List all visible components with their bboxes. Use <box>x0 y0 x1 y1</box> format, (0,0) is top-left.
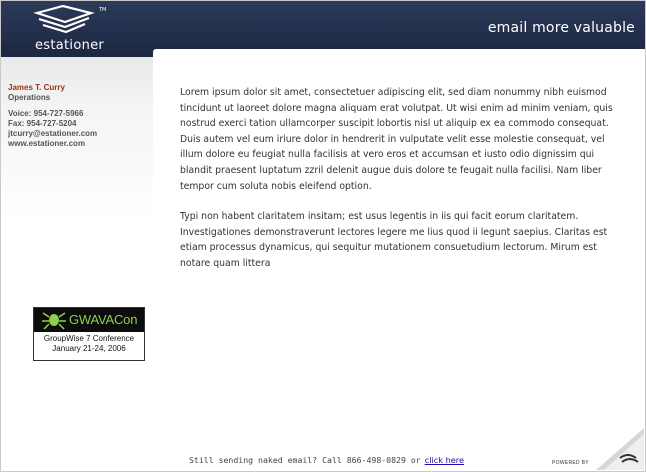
header-tagline: email more valuable <box>487 20 635 36</box>
contact-website[interactable]: www.estationer.com <box>8 139 150 149</box>
contact-email[interactable]: jtcurry@estationer.com <box>8 129 150 139</box>
gwava-bug-icon <box>42 312 66 330</box>
page-curl-icon <box>596 428 644 470</box>
contact-name: James T. Curry <box>8 83 65 92</box>
footer-text: Still sending naked email? Call 866-498-… <box>189 455 421 465</box>
conference-badge[interactable]: GWAVACon GroupWise 7 Conference January … <box>33 307 145 361</box>
brand-name: estationer <box>35 38 105 53</box>
contact-role: Operations <box>8 93 51 102</box>
footer-note: Still sending naked email? Call 866-498-… <box>189 455 464 465</box>
estationer-logo-icon <box>33 5 95 34</box>
brand-logo[interactable]: TM estationer <box>15 5 135 57</box>
powered-by-label: POWERED BY <box>552 460 589 466</box>
contact-voice: Voice: 954-727-5966 <box>8 109 84 118</box>
badge-line-2: January 21-24, 2006 <box>52 344 126 353</box>
message-body: Lorem ipsum dolor sit amet, consectetuer… <box>180 85 615 287</box>
badge-logo-text: GWAVACon <box>69 312 138 327</box>
contact-fax: Fax: 954-727-5204 <box>8 119 77 128</box>
badge-header: GWAVACon <box>34 308 144 332</box>
body-paragraph-1: Lorem ipsum dolor sit amet, consectetuer… <box>180 87 613 192</box>
contact-card: James T. Curry Operations Voice: 954-727… <box>8 83 150 149</box>
click-here-link[interactable]: click here <box>425 455 464 465</box>
body-paragraph-2: Typi non habent claritatem insitam; est … <box>180 211 608 269</box>
trademark-mark: TM <box>99 7 107 13</box>
badge-line-1: GroupWise 7 Conference <box>43 334 135 343</box>
